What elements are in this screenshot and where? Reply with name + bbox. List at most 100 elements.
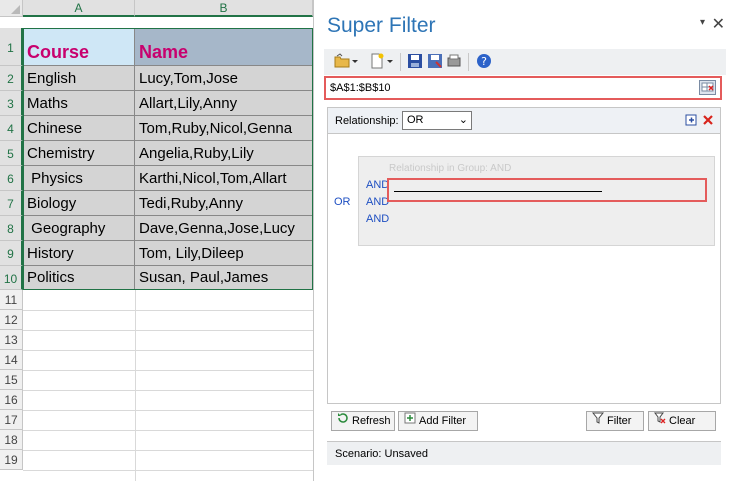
clear-button[interactable]: Clear — [648, 411, 716, 431]
select-range-icon[interactable] — [699, 80, 716, 95]
table-row[interactable]: Biology — [23, 191, 135, 216]
toolbar-separator — [468, 53, 469, 71]
table-row[interactable]: Dave,Genna,Jose,Lucy — [135, 216, 313, 241]
manage-scenario-icon[interactable] — [446, 53, 462, 69]
table-row[interactable]: Physics — [23, 166, 135, 191]
row-header-12[interactable]: 12 — [0, 310, 23, 330]
super-filter-panel: Super Filter ▾ ✕ ? $A$1:$B$10 Relationsh… — [313, 0, 739, 481]
table-row[interactable]: Chemistry — [23, 141, 135, 166]
toolbar: ? — [324, 49, 726, 75]
row-header-5[interactable]: 5 — [0, 141, 23, 166]
toolbar-separator — [400, 53, 401, 71]
table-row[interactable]: Tedi,Ruby,Anny — [135, 191, 313, 216]
new-document-icon[interactable] — [369, 53, 385, 69]
row-header-1[interactable]: 1 — [0, 28, 23, 66]
row-header-14[interactable]: 14 — [0, 350, 23, 370]
delete-icon[interactable] — [702, 114, 714, 126]
table-row[interactable]: English — [23, 66, 135, 91]
outer-relationship-op[interactable]: OR — [334, 196, 351, 208]
cell-name-header[interactable]: Name — [135, 28, 313, 66]
row-header-2[interactable]: 2 — [0, 66, 23, 91]
grid-line — [23, 390, 313, 391]
select-all-corner[interactable] — [0, 0, 23, 17]
add-filter-label: Add Filter — [419, 415, 467, 427]
relationship-bar: Relationship: OR ⌄ — [327, 107, 721, 134]
row-header-8[interactable]: 8 — [0, 216, 23, 241]
scenario-status: Scenario: Unsaved — [327, 441, 721, 465]
save-as-icon[interactable] — [427, 53, 443, 69]
column-header-b[interactable]: B — [135, 0, 313, 17]
and-op[interactable]: AND — [366, 179, 389, 191]
row-header-7[interactable]: 7 — [0, 191, 23, 216]
grid-line — [23, 410, 313, 411]
filter-label: Filter — [607, 415, 632, 427]
add-filter-button[interactable]: Add Filter — [398, 411, 478, 431]
table-row[interactable]: Lucy,Tom,Jose — [135, 66, 313, 91]
row-header-15[interactable]: 15 — [0, 370, 23, 390]
grid-line — [23, 470, 313, 471]
panel-menu-icon[interactable]: ▾ — [700, 17, 705, 28]
cell-course-header[interactable]: Course — [23, 28, 135, 66]
refresh-icon — [336, 412, 349, 430]
row-header-4[interactable]: 4 — [0, 116, 23, 141]
clear-label: Clear — [669, 415, 696, 427]
relationship-value: OR — [407, 114, 424, 126]
row-header-3[interactable]: 3 — [0, 91, 23, 116]
grid-line — [23, 310, 313, 311]
range-value: $A$1:$B$10 — [330, 82, 391, 94]
table-row[interactable]: Susan, Paul,James — [135, 266, 313, 290]
row-header-17[interactable]: 17 — [0, 410, 23, 430]
grid-line — [23, 450, 313, 451]
table-row[interactable]: History — [23, 241, 135, 266]
table-row[interactable]: Karthi,Nicol,Tom,Allart — [135, 166, 313, 191]
grid-line — [23, 430, 313, 431]
save-icon[interactable] — [407, 53, 423, 69]
open-folder-icon[interactable] — [334, 53, 350, 69]
filter-canvas: OR Relationship in Group: AND AND AND AN… — [327, 134, 721, 404]
table-row[interactable]: Angelia,Ruby,Lily — [135, 141, 313, 166]
row-header-11[interactable]: 11 — [0, 290, 23, 310]
grid-line — [23, 370, 313, 371]
range-grid-icon — [701, 82, 714, 92]
grid-line — [23, 330, 313, 331]
funnel-icon — [591, 412, 604, 430]
close-icon[interactable]: ✕ — [712, 14, 725, 34]
table-row[interactable]: Allart,Lily,Anny — [135, 91, 313, 116]
clear-filter-icon — [653, 412, 666, 430]
chevron-down-icon[interactable] — [386, 53, 394, 69]
grid-line — [135, 290, 136, 481]
refresh-label: Refresh — [352, 415, 391, 427]
add-group-icon[interactable] — [685, 114, 698, 127]
and-op[interactable]: AND — [366, 213, 389, 225]
row-header-10[interactable]: 10 — [0, 266, 23, 290]
filter-button[interactable]: Filter — [586, 411, 644, 431]
panel-title: Super Filter — [327, 14, 436, 37]
filter-group: Relationship in Group: AND AND AND AND — [358, 156, 715, 246]
refresh-button[interactable]: Refresh — [331, 411, 395, 431]
row-header-16[interactable]: 16 — [0, 390, 23, 410]
group-relationship-title: Relationship in Group: AND — [389, 163, 512, 174]
range-input[interactable]: $A$1:$B$10 — [324, 76, 722, 100]
table-row[interactable]: Tom,Ruby,Nicol,Genna — [135, 116, 313, 141]
column-header-a[interactable]: A — [23, 0, 135, 17]
table-row[interactable]: Geography — [23, 216, 135, 241]
table-row[interactable]: Maths — [23, 91, 135, 116]
add-filter-icon — [403, 412, 416, 430]
and-op[interactable]: AND — [366, 196, 389, 208]
chevron-down-icon: ⌄ — [458, 114, 468, 126]
table-row[interactable]: Chinese — [23, 116, 135, 141]
relationship-select[interactable]: OR ⌄ — [402, 111, 472, 130]
row-header-18[interactable]: 18 — [0, 430, 23, 450]
row-header-13[interactable]: 13 — [0, 330, 23, 350]
relationship-label: Relationship: — [335, 115, 399, 127]
svg-text:?: ? — [481, 55, 487, 68]
condition-highlight — [387, 178, 707, 202]
table-row[interactable]: Tom, Lily,Dileep — [135, 241, 313, 266]
help-icon[interactable]: ? — [476, 53, 492, 69]
row-header-19[interactable]: 19 — [0, 450, 23, 470]
chevron-down-icon[interactable] — [351, 53, 359, 69]
row-header-9[interactable]: 9 — [0, 241, 23, 266]
table-row[interactable]: Politics — [23, 266, 135, 290]
row-header-6[interactable]: 6 — [0, 166, 23, 191]
grid-line — [23, 350, 313, 351]
